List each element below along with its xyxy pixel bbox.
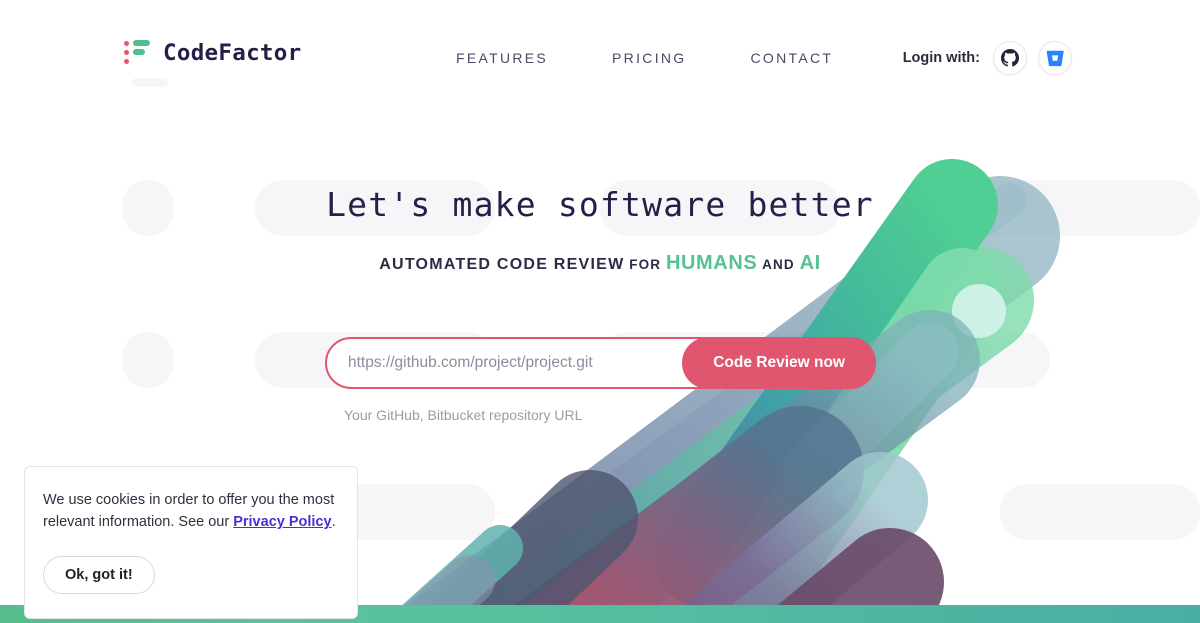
nav-item-contact[interactable]: CONTACT (735, 44, 850, 72)
bg-pill (600, 484, 840, 540)
login-area: Login with: (903, 41, 1072, 75)
bitbucket-icon (1046, 50, 1064, 67)
privacy-policy-link[interactable]: Privacy Policy (233, 514, 331, 530)
site-header: CodeFactor FEATURES PRICING CONTACT Logi… (0, 0, 1200, 112)
subhead-part1: AUTOMATED CODE REVIEW (379, 256, 625, 273)
bg-pill (940, 332, 1050, 388)
subhead-ai: AI (799, 252, 821, 274)
github-icon (1001, 49, 1019, 67)
bg-pill (1000, 484, 1200, 540)
hero-headline: Let's make software better (326, 185, 874, 224)
bg-pill (122, 332, 174, 388)
subhead-and: AND (762, 257, 795, 272)
cookie-text-after: . (331, 514, 336, 531)
subhead-for: FOR (629, 257, 662, 272)
nav-item-pricing[interactable]: PRICING (596, 44, 702, 72)
login-bitbucket-button[interactable] (1038, 41, 1072, 75)
brand-name: CodeFactor (163, 40, 302, 66)
login-github-button[interactable] (993, 41, 1027, 75)
login-label: Login with: (902, 50, 980, 66)
main-navigation: FEATURES PRICING CONTACT (440, 44, 849, 72)
cookie-consent-text: We use cookies in order to offer you the… (43, 489, 337, 534)
codefactor-logo-icon (124, 38, 150, 68)
cookie-consent-banner: We use cookies in order to offer you the… (24, 466, 358, 619)
hero-subheadline: AUTOMATED CODE REVIEW FOR HUMANS AND AI (0, 252, 1200, 275)
cookie-accept-button[interactable]: Ok, got it! (43, 555, 155, 594)
subhead-humans: HUMANS (665, 252, 758, 274)
brand-logo-link[interactable]: CodeFactor (124, 38, 301, 68)
repo-url-hint: Your GitHub, Bitbucket repository URL (344, 407, 583, 423)
repo-url-form: Code Review now (325, 337, 876, 389)
nav-item-features[interactable]: FEATURES (440, 44, 564, 72)
code-review-now-button[interactable]: Code Review now (682, 337, 876, 389)
